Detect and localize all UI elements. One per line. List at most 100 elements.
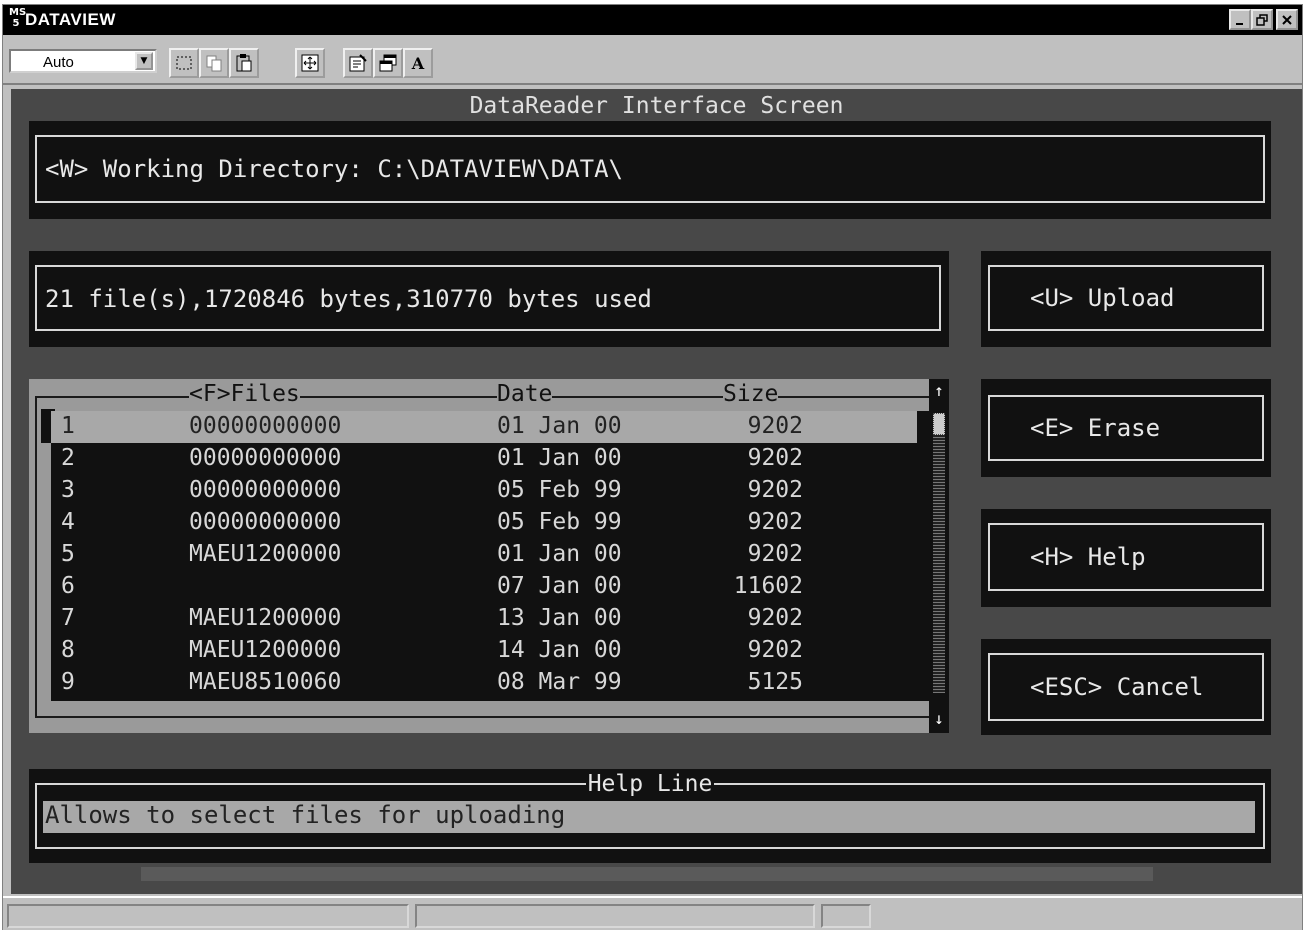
file-row-size: 9202 xyxy=(747,637,803,663)
help-line-text: Allows to select files for uploading xyxy=(43,801,1255,833)
file-row-size: 9202 xyxy=(747,477,803,503)
file-row-size: 9202 xyxy=(747,509,803,535)
file-row[interactable]: 9 MAEU8510060 08 Mar 99 5125 xyxy=(51,667,917,699)
mark-button[interactable] xyxy=(169,48,199,78)
scroll-thumb[interactable] xyxy=(933,413,945,435)
font-icon: A xyxy=(411,53,425,73)
settings-tools: A xyxy=(343,48,433,78)
file-row-name: 00000000000 xyxy=(189,445,342,471)
title-bar: MS 5 DATAVIEW xyxy=(3,5,1302,35)
file-row-date: 13 Jan 00 xyxy=(497,605,622,631)
file-row-date: 07 Jan 00 xyxy=(497,573,622,599)
console-bottom-strip xyxy=(141,867,1153,881)
window-controls xyxy=(1229,9,1298,30)
cancel-button[interactable]: <ESC> Cancel xyxy=(988,653,1264,721)
help-line-label-text: Help Line xyxy=(585,771,715,797)
background-button[interactable] xyxy=(373,48,403,78)
help-line-panel: Help Line Allows to select files for upl… xyxy=(29,769,1271,863)
file-list-scrollbar[interactable]: ↑ ↓ xyxy=(929,379,949,733)
help-panel: <H> Help xyxy=(981,509,1271,607)
font-size-value: Auto xyxy=(43,54,74,71)
size-column-header: Size xyxy=(723,381,779,407)
dataview-window: MS 5 DATAVIEW Auto ▼ A DataReader Interf… xyxy=(2,4,1303,930)
background-icon xyxy=(379,54,397,72)
file-row-number: 3 xyxy=(61,477,75,503)
file-row-name: 00000000000 xyxy=(189,509,342,535)
file-list-body: 1 00000000000 01 Jan 00 9202 2 00000000000 01 … xyxy=(51,411,931,701)
console-area: DataReader Interface Screen <W> Working … xyxy=(11,89,1302,894)
scroll-down-arrow-icon[interactable]: ↓ xyxy=(929,709,949,728)
file-row-size: 5125 xyxy=(747,669,803,695)
status-pane-3 xyxy=(821,904,871,928)
minimize-button[interactable] xyxy=(1229,9,1251,30)
file-row[interactable]: 5 MAEU1200000 01 Jan 00 9202 xyxy=(51,539,917,571)
file-row-date: 01 Jan 00 xyxy=(497,413,622,439)
file-row-name: 00000000000 xyxy=(189,413,342,439)
working-directory-text: <W> Working Directory: C:\DATAVIEW\DATA\ xyxy=(45,155,623,183)
help-line-label: Help Line xyxy=(29,771,1271,797)
restore-icon xyxy=(1256,13,1268,26)
chevron-down-icon[interactable]: ▼ xyxy=(135,52,153,70)
file-row-date: 05 Feb 99 xyxy=(497,509,622,535)
scroll-track[interactable] xyxy=(933,413,945,693)
file-list: <F>Files Date Size 1 00000000000 01 Jan 00… xyxy=(29,379,944,733)
file-row-size: 9202 xyxy=(747,605,803,631)
cancel-panel: <ESC> Cancel xyxy=(981,639,1271,735)
date-column-header: Date xyxy=(497,381,553,407)
file-row-number: 1 xyxy=(61,413,75,439)
mark-icon xyxy=(176,56,192,70)
font-button[interactable]: A xyxy=(403,48,433,78)
help-button[interactable]: <H> Help xyxy=(988,523,1264,591)
status-pane-2 xyxy=(415,904,815,928)
view-tools xyxy=(295,48,325,78)
status-pane-1 xyxy=(7,904,409,928)
erase-panel: <E> Erase xyxy=(981,379,1271,477)
scroll-up-arrow-icon[interactable]: ↑ xyxy=(929,381,949,400)
status-bar xyxy=(3,896,1302,930)
paste-button[interactable] xyxy=(229,48,259,78)
fullscreen-button[interactable] xyxy=(295,48,325,78)
minimize-icon xyxy=(1236,22,1243,25)
files-column-header[interactable]: <F>Files xyxy=(189,381,300,407)
file-row[interactable]: 7 MAEU1200000 13 Jan 00 9202 xyxy=(51,603,917,635)
file-row-number: 8 xyxy=(61,637,75,663)
erase-button[interactable]: <E> Erase xyxy=(988,395,1264,461)
file-row-name: MAEU1200000 xyxy=(189,637,342,663)
file-row-name: MAEU8510060 xyxy=(189,669,342,695)
edit-tools xyxy=(169,48,259,78)
close-icon xyxy=(1282,14,1292,25)
file-row-number: 2 xyxy=(61,445,75,471)
upload-panel: <U> Upload xyxy=(981,251,1271,347)
close-button[interactable] xyxy=(1276,9,1298,30)
upload-button[interactable]: <U> Upload xyxy=(988,265,1264,331)
copy-icon xyxy=(206,55,222,72)
disk-usage-status: 21 file(s),1720846 bytes,310770 bytes us… xyxy=(45,285,652,313)
file-row-number: 5 xyxy=(61,541,75,567)
restore-button[interactable] xyxy=(1251,9,1273,30)
file-row-size: 9202 xyxy=(747,541,803,567)
screen-title: DataReader Interface Screen xyxy=(469,93,844,119)
file-row-date: 01 Jan 00 xyxy=(497,541,622,567)
file-row-number: 7 xyxy=(61,605,75,631)
file-row-name: MAEU1200000 xyxy=(189,541,342,567)
toolbar: Auto ▼ A xyxy=(3,35,1302,85)
file-row-date: 05 Feb 99 xyxy=(497,477,622,503)
file-row[interactable]: 4 00000000000 05 Feb 99 9202 xyxy=(51,507,917,539)
font-size-combo[interactable]: Auto ▼ xyxy=(9,49,157,73)
properties-button[interactable] xyxy=(343,48,373,78)
file-row[interactable]: 6 07 Jan 00 11602 xyxy=(51,571,917,603)
file-row-number: 9 xyxy=(61,669,75,695)
file-row-number: 6 xyxy=(61,573,75,599)
properties-icon xyxy=(349,54,367,72)
file-row-size: 9202 xyxy=(747,413,803,439)
file-row-date: 08 Mar 99 xyxy=(497,669,622,695)
file-row-date: 14 Jan 00 xyxy=(497,637,622,663)
file-row-date: 01 Jan 00 xyxy=(497,445,622,471)
file-row[interactable]: 3 00000000000 05 Feb 99 9202 xyxy=(51,475,917,507)
window-title: DATAVIEW xyxy=(25,10,116,29)
file-row[interactable]: 2 00000000000 01 Jan 00 9202 xyxy=(51,443,917,475)
copy-button[interactable] xyxy=(199,48,229,78)
file-row-name: MAEU1200000 xyxy=(189,605,342,631)
file-row[interactable]: 1 00000000000 01 Jan 00 9202 xyxy=(51,411,917,443)
file-row[interactable]: 8 MAEU1200000 14 Jan 00 9202 xyxy=(51,635,917,667)
